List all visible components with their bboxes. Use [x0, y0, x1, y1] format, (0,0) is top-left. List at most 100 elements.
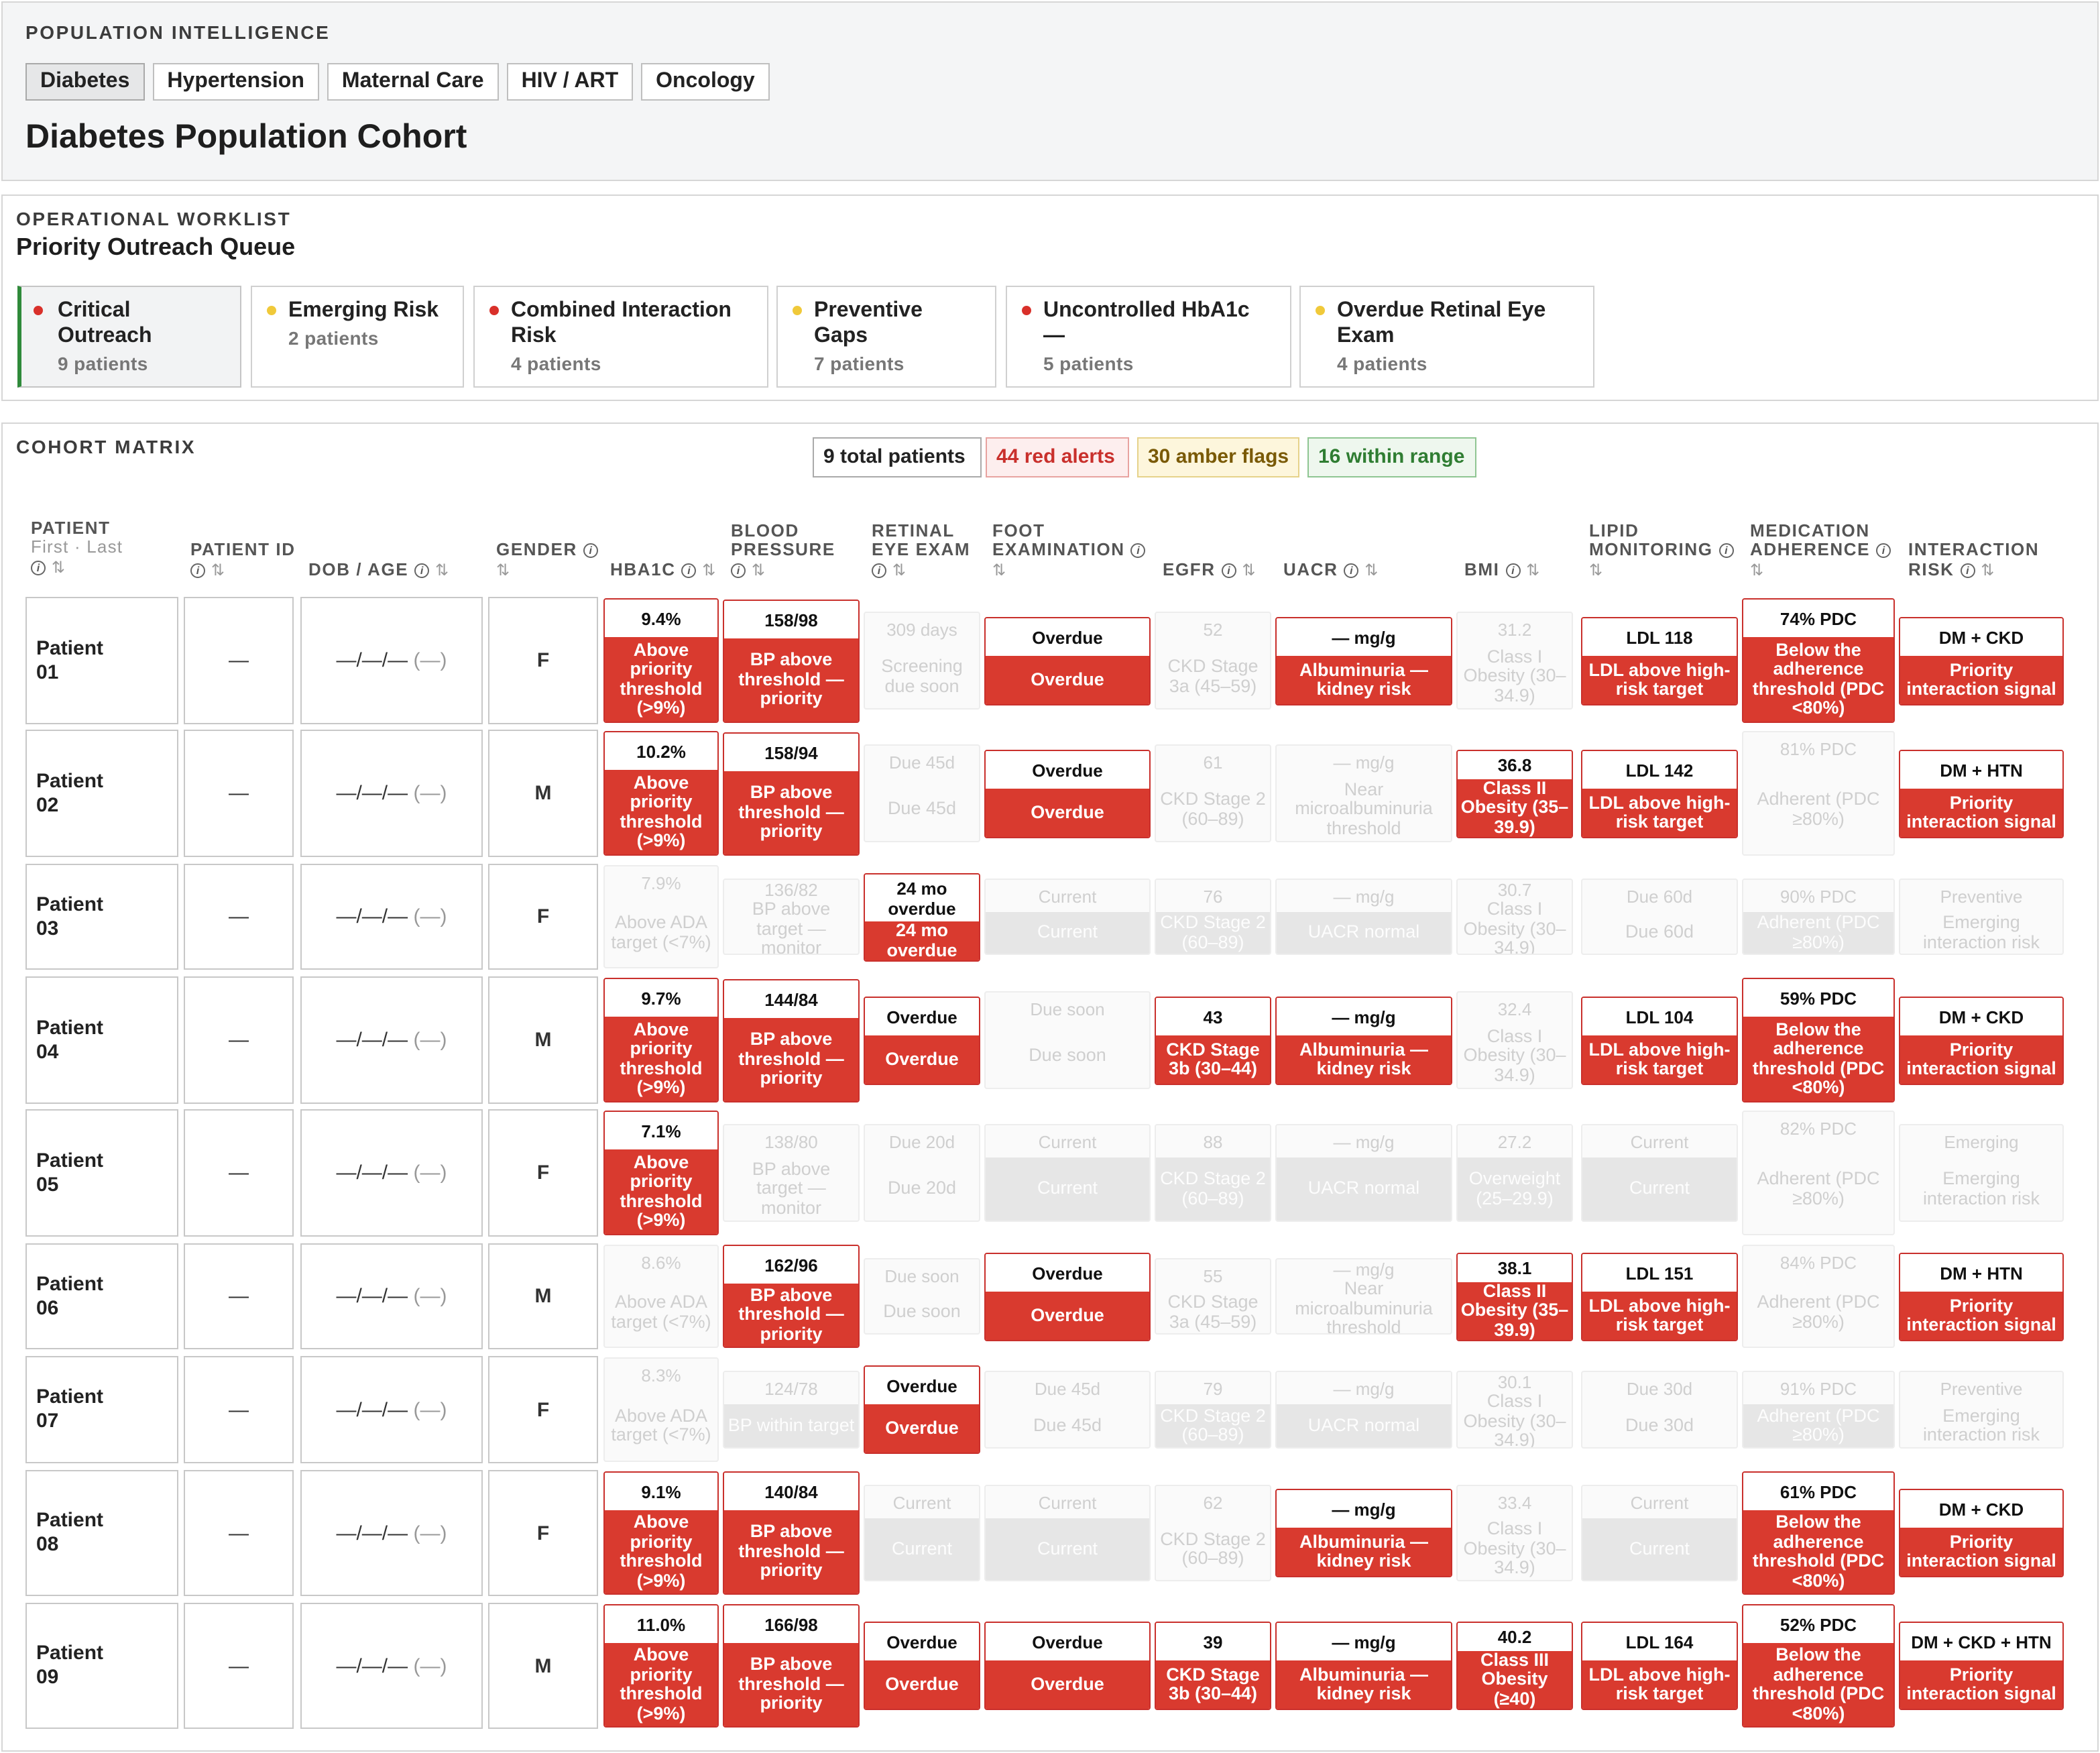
metric-uacr-cell[interactable]: — mg/g Albuminuria — kidney risk [1275, 1622, 1452, 1710]
tab-hiv-art[interactable]: HIV / ART [506, 63, 634, 101]
tab-maternal-care[interactable]: Maternal Care [327, 63, 499, 101]
column-header-patient[interactable]: PATIENT First · Last i ⇅ [31, 518, 178, 577]
metric-blood-pressure-cell[interactable]: 140/84 BP above threshold — priority [723, 1471, 860, 1595]
metric-bmi-cell[interactable]: 36.8 Class II Obesity (35–39.9) [1456, 750, 1573, 838]
column-header-foot-examination[interactable]: FOOT EXAMINATION i ⇅ [992, 520, 1151, 579]
patient-name-cell[interactable]: Patient 07 [25, 1356, 178, 1463]
metric-medication-adherence-cell[interactable]: 81% PDC Adherent (PDC ≥80%) [1742, 731, 1895, 856]
metric-lipid-monitoring-cell[interactable]: Due 30d Due 30d [1581, 1371, 1738, 1449]
metric-medication-adherence-cell[interactable]: 91% PDC Adherent (PDC ≥80%) [1742, 1371, 1895, 1449]
sort-icon[interactable]: ⇅ [1981, 560, 1994, 579]
metric-blood-pressure-cell[interactable]: 166/98 BP above threshold — priority [723, 1604, 860, 1728]
sort-icon[interactable]: ⇅ [1242, 560, 1255, 579]
sort-icon[interactable]: ⇅ [52, 557, 65, 576]
column-header-egfr[interactable]: EGFR i ⇅ [1163, 559, 1273, 579]
metric-hba1c-cell[interactable]: 9.7% Above priority threshold (>9%) [603, 978, 719, 1102]
metric-egfr-cell[interactable]: 88 CKD Stage 2 (60–89) [1155, 1124, 1271, 1222]
column-header-uacr[interactable]: UACR i ⇅ [1283, 559, 1451, 579]
metric-uacr-cell[interactable]: — mg/g Albuminuria — kidney risk [1275, 1489, 1452, 1577]
info-icon[interactable]: i [1718, 543, 1734, 558]
metric-foot-examination-cell[interactable]: Overdue Overdue [984, 1253, 1151, 1341]
metric-egfr-cell[interactable]: 61 CKD Stage 2 (60–89) [1155, 744, 1271, 842]
sort-icon[interactable]: ⇅ [1750, 560, 1763, 579]
metric-lipid-monitoring-cell[interactable]: LDL 104 LDL above high-risk target [1581, 997, 1738, 1085]
metric-egfr-cell[interactable]: 52 CKD Stage 3a (45–59) [1155, 612, 1271, 710]
metric-interaction-risk-cell[interactable]: Preventive Emerging interaction risk [1899, 1371, 2064, 1449]
metric-bmi-cell[interactable]: 32.4 Class I Obesity (30–34.9) [1456, 991, 1573, 1089]
metric-uacr-cell[interactable]: — mg/g Albuminuria — kidney risk [1275, 997, 1452, 1085]
metric-medication-adherence-cell[interactable]: 59% PDC Below the adherence threshold (PD… [1742, 978, 1895, 1102]
info-icon[interactable]: i [1130, 543, 1146, 558]
metric-egfr-cell[interactable]: 43 CKD Stage 3b (30–44) [1155, 997, 1271, 1085]
sort-icon[interactable]: ⇅ [702, 560, 715, 579]
metric-hba1c-cell[interactable]: 8.3% Above ADA target (<7%) [603, 1357, 719, 1462]
metric-medication-adherence-cell[interactable]: 84% PDC Adherent (PDC ≥80%) [1742, 1245, 1895, 1348]
metric-retinal-eye-exam-cell[interactable]: 24 mo overdue 24 mo overdue [864, 873, 980, 962]
column-header-retinal-eye-exam[interactable]: RETINAL EYE EXAM i ⇅ [872, 520, 982, 579]
metric-blood-pressure-cell[interactable]: 158/94 BP above threshold — priority [723, 732, 860, 856]
metric-lipid-monitoring-cell[interactable]: Due 60d Due 60d [1581, 879, 1738, 955]
metric-retinal-eye-exam-cell[interactable]: Due soon Due soon [864, 1258, 980, 1335]
metric-hba1c-cell[interactable]: 7.1% Above priority threshold (>9%) [603, 1111, 719, 1235]
metric-retinal-eye-exam-cell[interactable]: Current Current [864, 1485, 980, 1581]
column-header-medication-adherence[interactable]: MEDICATION ADHERENCE i ⇅ [1750, 520, 1898, 579]
metric-blood-pressure-cell[interactable]: 136/82 BP above target — monitor [723, 879, 860, 955]
patient-name-cell[interactable]: Patient 04 [25, 976, 178, 1104]
patient-name-cell[interactable]: Patient 08 [25, 1470, 178, 1596]
metric-interaction-risk-cell[interactable]: DM + CKD Priority interaction signal [1899, 1489, 2064, 1577]
column-header-bmi[interactable]: BMI i ⇅ [1464, 559, 1572, 579]
metric-blood-pressure-cell[interactable]: 144/84 BP above threshold — priority [723, 979, 860, 1102]
info-icon[interactable]: i [731, 563, 746, 577]
info-icon[interactable]: i [681, 563, 697, 577]
metric-foot-examination-cell[interactable]: Overdue Overdue [984, 750, 1151, 838]
tab-hypertension[interactable]: Hypertension [152, 63, 319, 101]
info-icon[interactable]: i [1960, 563, 1975, 577]
metric-bmi-cell[interactable]: 40.2 Class III Obesity (≥40) [1456, 1622, 1573, 1710]
sort-icon[interactable]: ⇅ [892, 560, 906, 579]
metric-hba1c-cell[interactable]: 8.6% Above ADA target (<7%) [603, 1245, 719, 1348]
queue-card-preventive-gaps[interactable]: Preventive Gaps 7 patients [776, 286, 996, 388]
metric-retinal-eye-exam-cell[interactable]: Overdue Overdue [864, 997, 980, 1085]
info-icon[interactable]: i [1344, 563, 1359, 577]
column-header-dob-age[interactable]: DOB / AGE i ⇅ [308, 559, 483, 579]
sort-icon[interactable]: ⇅ [496, 560, 510, 579]
metric-foot-examination-cell[interactable]: Due soon Due soon [984, 991, 1151, 1089]
sort-icon[interactable]: ⇅ [992, 560, 1006, 579]
patient-name-cell[interactable]: Patient 05 [25, 1109, 178, 1237]
metric-medication-adherence-cell[interactable]: 90% PDC Adherent (PDC ≥80%) [1742, 879, 1895, 955]
info-icon[interactable]: i [1221, 563, 1236, 577]
metric-medication-adherence-cell[interactable]: 74% PDC Below the adherence threshold (PD… [1742, 598, 1895, 723]
column-header-patient-id[interactable]: PATIENT ID i ⇅ [190, 540, 298, 579]
info-icon[interactable]: i [190, 563, 205, 577]
metric-medication-adherence-cell[interactable]: 52% PDC Below the adherence threshold (PD… [1742, 1604, 1895, 1728]
patient-name-cell[interactable]: Patient 01 [25, 597, 178, 724]
metric-lipid-monitoring-cell[interactable]: LDL 164 LDL above high-risk target [1581, 1622, 1738, 1710]
sort-icon[interactable]: ⇅ [435, 560, 449, 579]
metric-hba1c-cell[interactable]: 10.2% Above priority threshold (>9%) [603, 731, 719, 856]
sort-icon[interactable]: ⇅ [1526, 560, 1539, 579]
column-header-lipid-monitoring[interactable]: LIPID MONITORING i ⇅ [1589, 520, 1737, 579]
queue-card-emerging-risk[interactable]: Emerging Risk 2 patients [251, 286, 464, 388]
info-icon[interactable]: i [1505, 563, 1521, 577]
queue-card-uncontrolled-hba1c[interactable]: Uncontrolled HbA1c — 5 patients [1006, 286, 1291, 388]
column-header-interaction-risk[interactable]: INTERACTION RISK i ⇅ [1908, 540, 2066, 579]
metric-foot-examination-cell[interactable]: Overdue Overdue [984, 1622, 1151, 1710]
metric-foot-examination-cell[interactable]: Current Current [984, 879, 1151, 955]
metric-bmi-cell[interactable]: 30.7 Class I Obesity (30–34.9) [1456, 879, 1573, 955]
info-icon[interactable]: i [1875, 543, 1891, 558]
metric-retinal-eye-exam-cell[interactable]: 309 days Screening due soon [864, 612, 980, 710]
metric-uacr-cell[interactable]: — mg/g UACR normal [1275, 1371, 1452, 1449]
patient-name-cell[interactable]: Patient 06 [25, 1243, 178, 1349]
metric-medication-adherence-cell[interactable]: 61% PDC Below the adherence threshold (PD… [1742, 1471, 1895, 1595]
tab-oncology[interactable]: Oncology [641, 63, 770, 101]
metric-egfr-cell[interactable]: 76 CKD Stage 2 (60–89) [1155, 879, 1271, 955]
metric-bmi-cell[interactable]: 27.2 Overweight (25–29.9) [1456, 1124, 1573, 1222]
metric-hba1c-cell[interactable]: 9.4% Above priority threshold (>9%) [603, 598, 719, 723]
sort-icon[interactable]: ⇅ [1364, 560, 1378, 579]
queue-card-overdue-retinal-eye-exam[interactable]: Overdue Retinal Eye Exam 4 patients [1299, 286, 1594, 388]
metric-bmi-cell[interactable]: 30.1 Class I Obesity (30–34.9) [1456, 1371, 1573, 1449]
metric-uacr-cell[interactable]: — mg/g Near microalbuminuria threshold [1275, 744, 1452, 842]
metric-interaction-risk-cell[interactable]: DM + CKD Priority interaction signal [1899, 997, 2064, 1085]
info-icon[interactable]: i [414, 563, 430, 577]
metric-retinal-eye-exam-cell[interactable]: Due 20d Due 20d [864, 1124, 980, 1222]
